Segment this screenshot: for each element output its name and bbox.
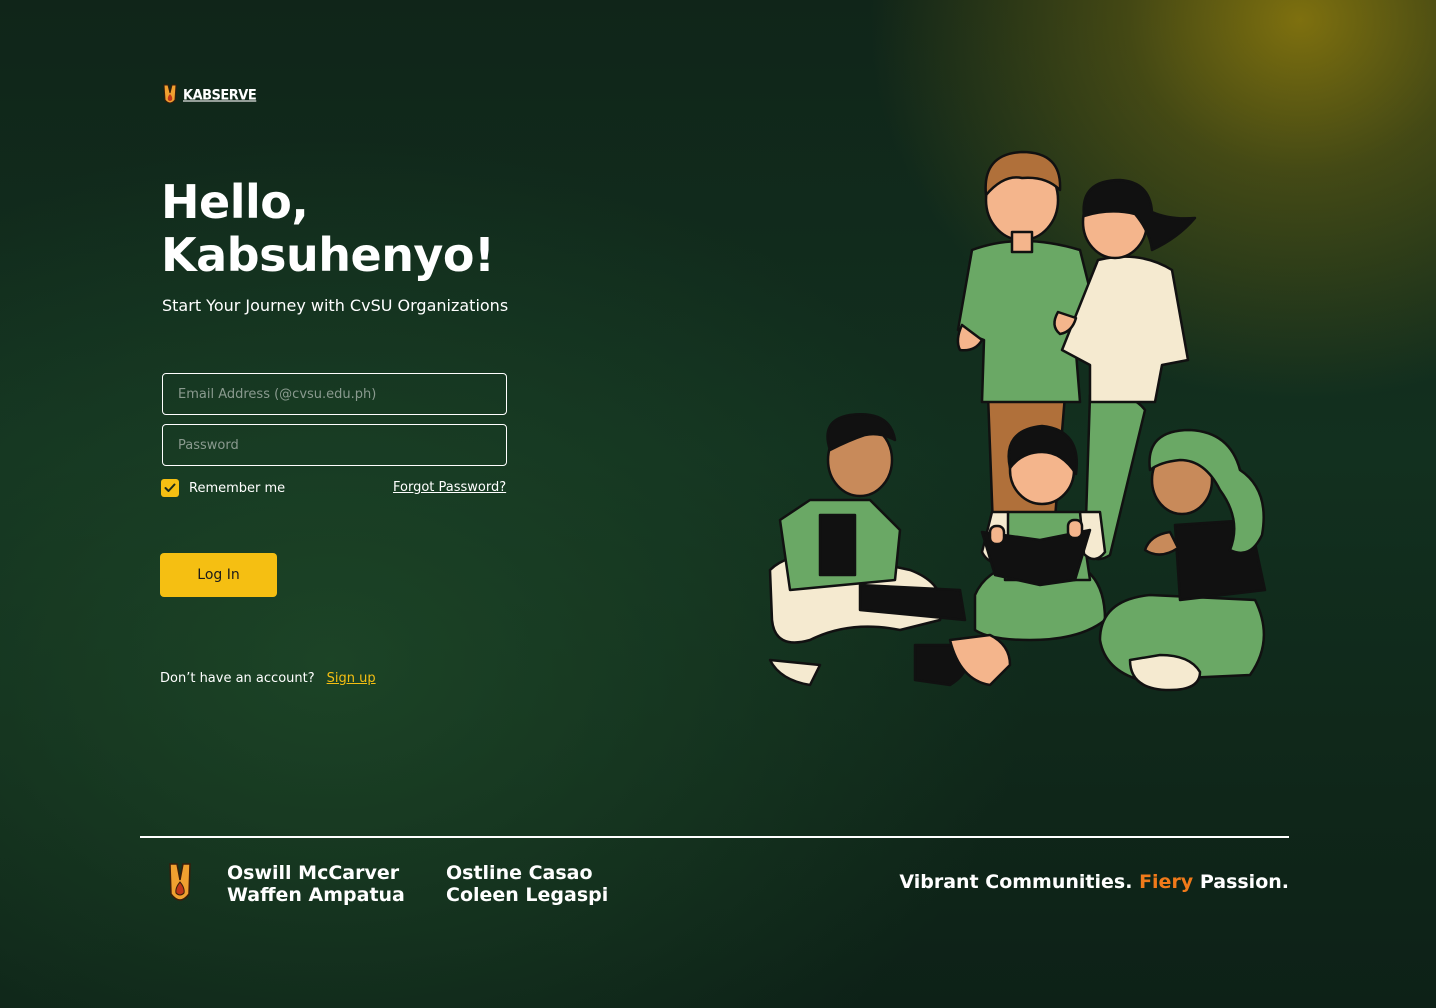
- login-button[interactable]: Log In: [160, 553, 277, 597]
- team-member-name: Ostline Casao: [446, 862, 593, 884]
- signup-prompt: Don’t have an account?: [160, 671, 315, 686]
- footer-tagline: Vibrant Communities. Fiery Passion.: [899, 871, 1289, 893]
- team-names-column-2: Ostline Casao Coleen Legaspi: [446, 862, 608, 906]
- tagline-accent: Fiery: [1139, 871, 1194, 893]
- torch-shield-icon: [163, 84, 177, 104]
- brand-logo[interactable]: KABSERVE: [163, 84, 257, 106]
- team-member-name: Waffen Ampatua: [227, 884, 405, 906]
- tagline-part-1: Vibrant Communities.: [899, 871, 1133, 893]
- title-line-1: Hello,: [161, 175, 309, 229]
- forgot-password-link[interactable]: Forgot Password?: [393, 480, 506, 495]
- page-subtitle: Start Your Journey with CvSU Organizatio…: [162, 296, 509, 315]
- tagline-part-2: Passion.: [1199, 871, 1289, 893]
- page-title: Hello, Kabsuhenyo!: [161, 176, 495, 282]
- signup-link[interactable]: Sign up: [327, 671, 376, 686]
- title-line-2: Kabsuhenyo!: [161, 228, 495, 282]
- students-reading-illustration: [768, 150, 1267, 692]
- team-member-name: Oswill McCarver: [227, 862, 400, 884]
- brand-name: KABSERVE: [183, 86, 257, 104]
- email-field[interactable]: [162, 373, 507, 415]
- team-member-name: Coleen Legaspi: [446, 884, 609, 906]
- footer-torch-shield-icon: [169, 863, 191, 901]
- team-names-column-1: Oswill McCarver Waffen Ampatua: [227, 862, 405, 906]
- remember-me-label: Remember me: [189, 480, 286, 496]
- password-field[interactable]: [162, 424, 507, 466]
- reading-boy-figure: [768, 413, 970, 687]
- reading-girl-figure: [948, 424, 1107, 687]
- remember-me-checkbox[interactable]: Remember me: [161, 479, 285, 497]
- checkbox-checked-icon[interactable]: [161, 479, 179, 497]
- footer-divider: [140, 836, 1289, 838]
- signup-row: Don’t have an account? Sign up: [160, 671, 376, 686]
